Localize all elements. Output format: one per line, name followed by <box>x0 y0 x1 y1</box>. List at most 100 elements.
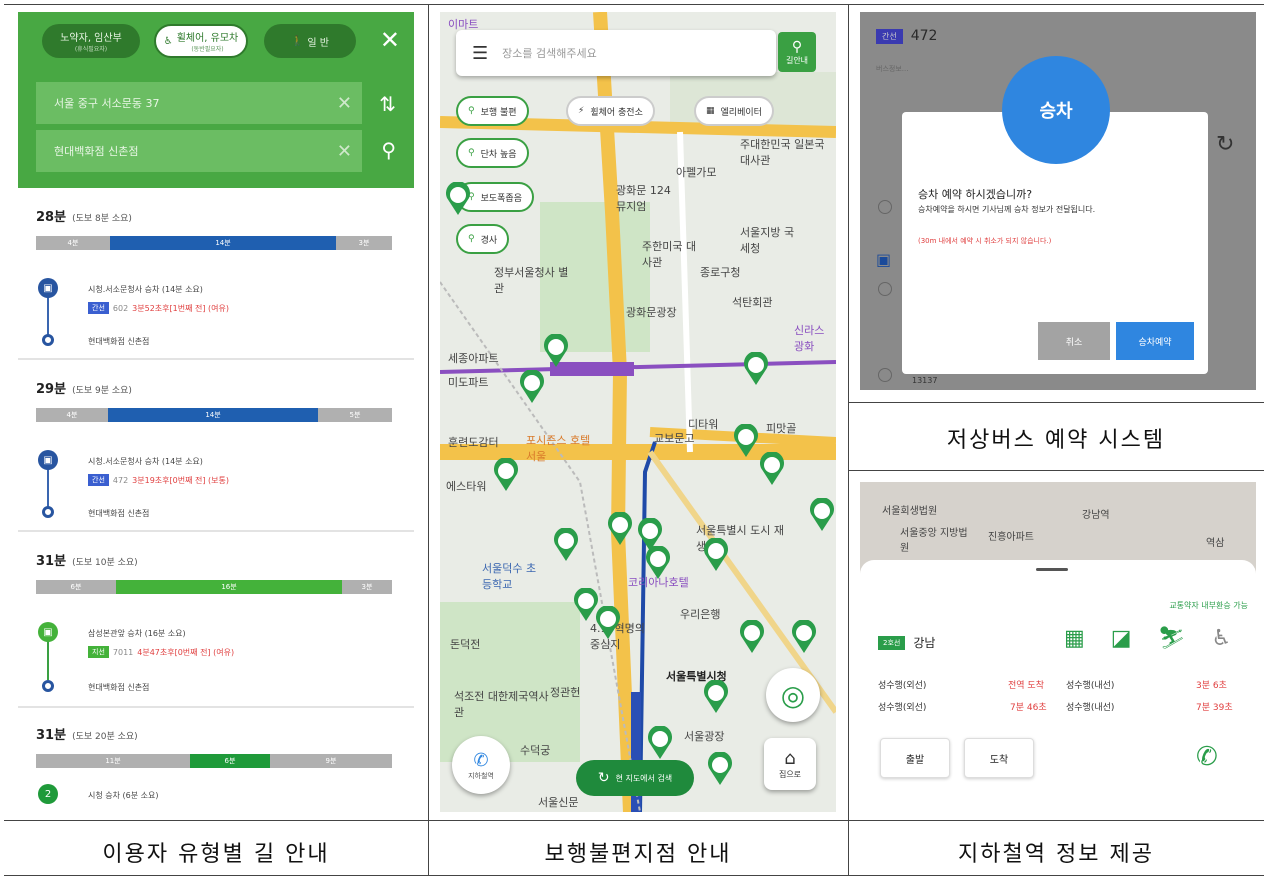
obstacle-pin[interactable] <box>552 528 580 562</box>
dialog-description: 승차예약을 하시면 기사님께 승차 정보가 전달됩니다. <box>918 205 1096 214</box>
route-guide-panel: 노약자, 임산부 (휴식필요자) ♿ 휠체어, 유모차 (동반필요자) 🚶 일 반 ✕ … <box>18 12 414 812</box>
user-type-general[interactable]: 🚶 일 반 <box>264 24 356 58</box>
obstacle-pin[interactable] <box>738 620 766 654</box>
filter-label: 경사 <box>480 235 498 246</box>
clear-icon[interactable]: ✕ <box>337 93 352 114</box>
map-label: 디타워 <box>688 418 719 431</box>
subway-label: 지하철역 <box>468 771 494 780</box>
route-bar: 4분 14분 5분 <box>36 408 392 422</box>
route-line <box>47 636 49 680</box>
filter-elevator[interactable]: ▦ 엘리베이터 <box>694 96 774 126</box>
bus-reservation-panel: 간선 472 버스정보... ↻ ▣ 13137 승차 예약 하시겠습니까? 승… <box>860 12 1256 390</box>
obstacle-pin[interactable] <box>742 352 770 386</box>
dialog-question: 승차 예약 하시겠습니까? <box>918 188 1033 201</box>
map-label: 에스타워 <box>446 480 487 493</box>
bus-header: 간선 472 <box>876 28 937 44</box>
walk-segment: 5분 <box>318 408 392 422</box>
route-line <box>47 292 49 336</box>
swap-icon[interactable]: ⇅ <box>379 92 396 116</box>
guide-button[interactable]: ⚲ 길안내 <box>778 32 816 72</box>
route-time: 28분 (도보 8분 소요) <box>36 210 132 225</box>
filter-charger[interactable]: ⚡ 휠체어 충전소 <box>566 96 655 126</box>
bus-icon: ▣ <box>38 450 58 470</box>
obstacle-pin[interactable] <box>702 680 730 714</box>
route-time: 31분 (도보 10분 소요) <box>36 554 138 569</box>
walk-segment: 4분 <box>36 236 110 250</box>
stop-info: 버스정보... <box>876 65 909 73</box>
bus-number: 472 <box>910 28 938 44</box>
filter-label: 단차 높음 <box>480 149 517 160</box>
obstacle-pin[interactable] <box>790 620 818 654</box>
refresh-icon[interactable]: ↻ <box>1216 132 1234 157</box>
walk-segment: 11분 <box>36 754 190 768</box>
filter-slope[interactable]: ⚲ 경사 <box>456 224 510 254</box>
close-icon[interactable]: ✕ <box>380 26 400 54</box>
route-option[interactable]: 31분 (도보 10분 소요) 6분 16분 3분 ▣ 삼성본관앞 승차 (16분… <box>18 532 414 708</box>
line-tag: 간선 <box>88 474 109 486</box>
walk-icon: 🚶 <box>290 35 304 47</box>
user-type-elderly[interactable]: 노약자, 임산부 (휴식필요자) <box>42 24 140 58</box>
caption: 보행불편지점 안내 <box>544 842 732 867</box>
obstacle-pin[interactable] <box>706 752 734 786</box>
obstacle-pin[interactable] <box>644 546 672 580</box>
map-label: 세종아파트 <box>448 352 499 365</box>
pin-icon: ⚲ <box>791 38 803 55</box>
obstacle-pin[interactable] <box>808 498 836 532</box>
route-time: 31분 (도보 20분 소요) <box>36 728 138 743</box>
menu-icon[interactable]: ☰ <box>472 43 488 64</box>
filter-high-step[interactable]: ⚲ 단차 높음 <box>456 138 529 168</box>
board-text: 시청 승차 (6분 소요) <box>88 791 159 800</box>
escalator-icon: ⛷ <box>1157 626 1186 651</box>
search-icon[interactable]: ⚲ <box>381 138 396 162</box>
walk-obstacle-icon: ⚲ <box>468 106 475 116</box>
obstacle-pin[interactable] <box>444 182 472 216</box>
search-map-button[interactable]: ↻ 현 지도에서 검색 <box>576 760 694 796</box>
clear-icon[interactable]: ✕ <box>337 141 352 162</box>
board-text: 시청.서소문청사 승차 (14분 소요) <box>88 285 203 294</box>
obstacle-pin[interactable] <box>702 538 730 572</box>
obstacle-pin[interactable] <box>492 458 520 492</box>
map-label: 역삼 <box>1206 538 1225 549</box>
map-label: 서울덕수 초등학교 <box>482 562 537 591</box>
map-label: 광화문광장 <box>626 306 677 319</box>
route-option[interactable]: 29분 (도보 9분 소요) 4분 14분 5분 ▣ 시청.서소문청사 승차 (1… <box>18 360 414 532</box>
drag-handle[interactable] <box>1036 568 1068 571</box>
obstacle-pin[interactable] <box>594 606 622 640</box>
subway-line-icon: 2 <box>38 784 58 804</box>
map-label: 주한미국 대사관 <box>642 240 697 269</box>
current-location-button[interactable]: ◎ <box>766 668 820 722</box>
phone-icon[interactable]: ✆ <box>1196 742 1218 772</box>
obstacle-pin[interactable] <box>518 370 546 404</box>
obstacle-pin[interactable] <box>606 512 634 546</box>
caption: 이용자 유형별 길 안내 <box>102 842 330 867</box>
user-type-wheelchair[interactable]: ♿ 휠체어, 유모차 (동반필요자) <box>154 24 248 58</box>
origin-field[interactable]: 서울 중구 서소문동 37 ✕ <box>36 82 362 124</box>
obstacle-pin[interactable] <box>646 726 674 760</box>
cancel-button[interactable]: 취소 <box>1038 322 1110 360</box>
bus-icon: ▣ <box>38 278 58 298</box>
subway-button[interactable]: ✆ 지하철역 <box>452 736 510 794</box>
depart-button[interactable]: 출발 <box>880 738 950 778</box>
filter-walk-obstacle[interactable]: ⚲ 보행 불편 <box>456 96 529 126</box>
obstacle-pin[interactable] <box>758 452 786 486</box>
route-option[interactable]: 28분 (도보 8분 소요) 4분 14분 3분 ▣ 시청.서소문청사 승차 (1… <box>18 188 414 360</box>
search-bar[interactable]: ☰ 장소를 검색해주세요 <box>456 30 776 76</box>
reserve-button[interactable]: 승차예약 <box>1116 322 1194 360</box>
map-label: 서울지방 국세청 <box>740 226 795 255</box>
pin-icon: ⚲ <box>468 234 475 244</box>
destination-field[interactable]: 현대백화점 신촌점 ✕ <box>36 130 362 172</box>
guide-label: 길안내 <box>785 55 809 65</box>
obstacle-pin[interactable] <box>732 424 760 458</box>
dest-text: 현대백화점 신촌점 <box>88 337 150 346</box>
arrive-button[interactable]: 도착 <box>964 738 1034 778</box>
route-line <box>47 464 49 508</box>
home-button[interactable]: ⌂ 집으로 <box>764 738 816 790</box>
arrival-direction: 성수행(내선) <box>1066 703 1115 713</box>
stop-marker <box>878 368 892 382</box>
map-panel[interactable]: ☰ 장소를 검색해주세요 ⚲ 길안내 ⚲ 보행 불편 ⚡ 휠체어 충전소 ▦ 엘리베이터 … <box>440 12 836 812</box>
dest-text: 현대백화점 신촌점 <box>88 683 150 692</box>
route-option[interactable]: 31분 (도보 20분 소요) 11분 6분 9분 2 시청 승차 (6분 소요) <box>18 708 414 812</box>
map-label: 돈덕전 <box>450 638 481 651</box>
obstacle-pin[interactable] <box>542 334 570 368</box>
map-label: 수덕궁 <box>520 744 551 757</box>
